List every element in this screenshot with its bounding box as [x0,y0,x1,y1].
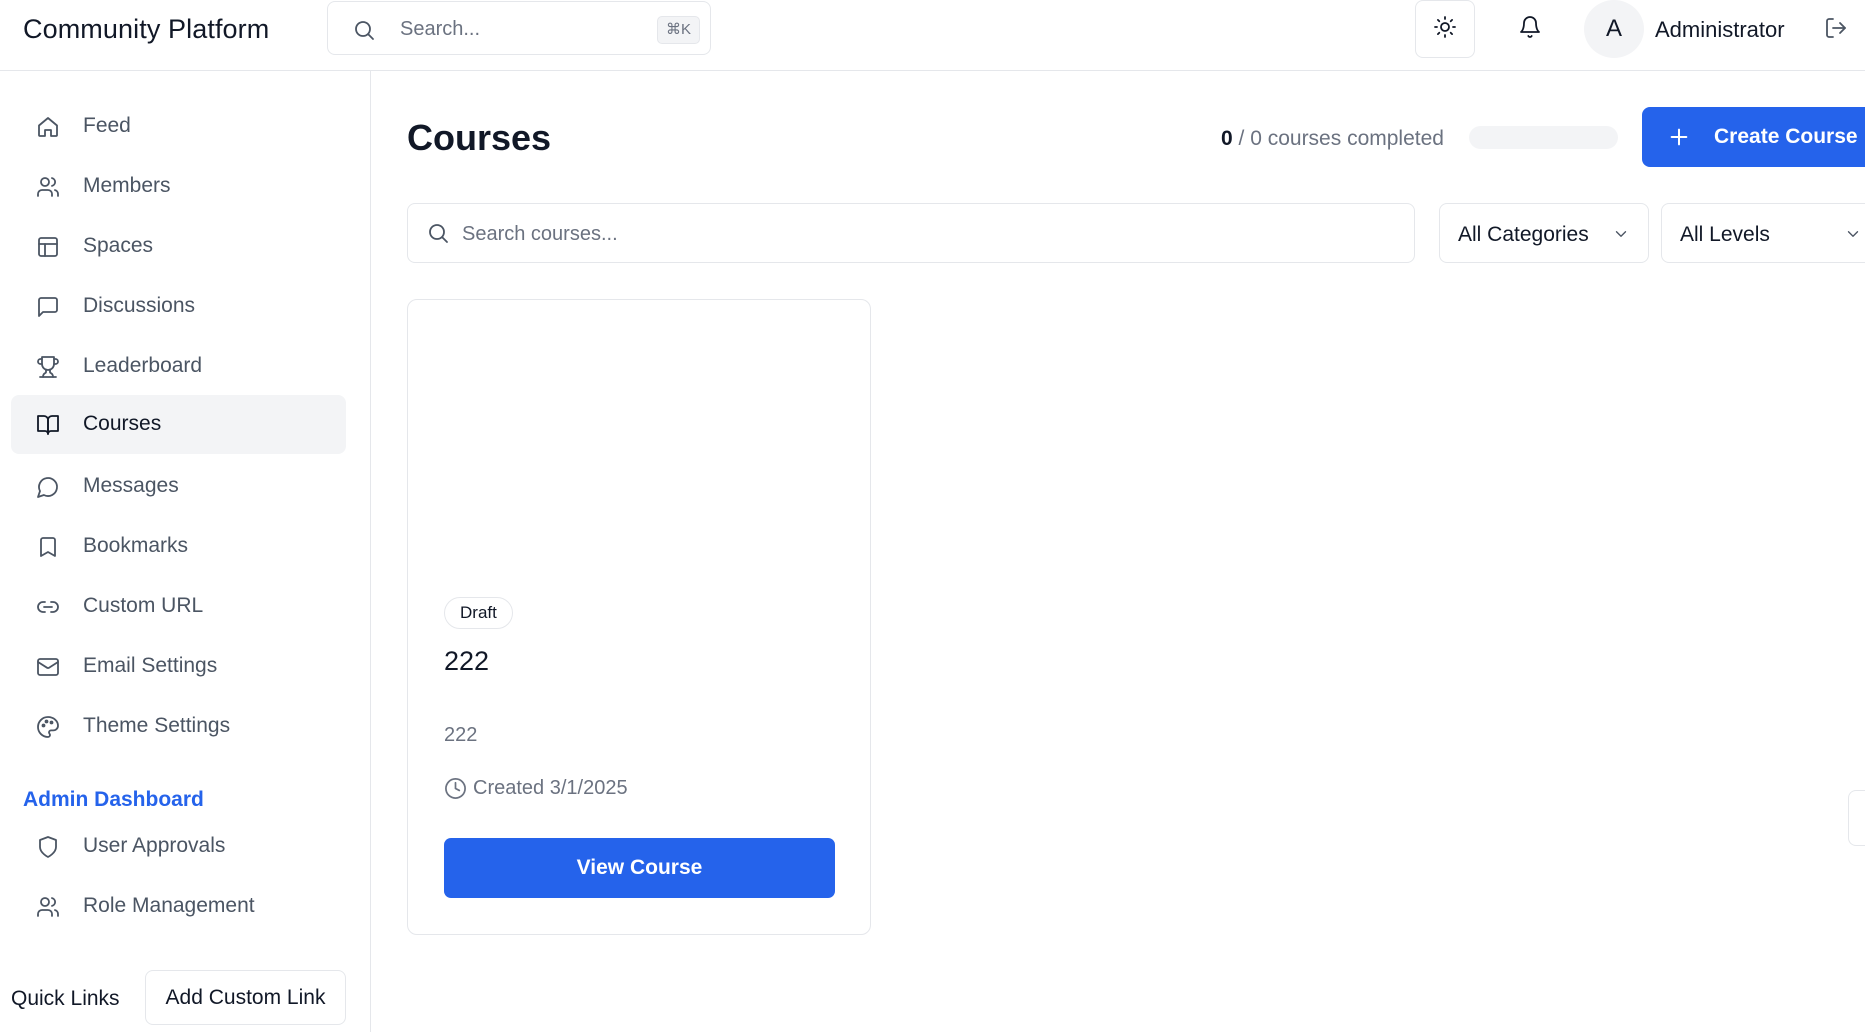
logout-button[interactable] [1822,16,1850,44]
search-icon [426,221,450,245]
sidebar-item-label: Bookmarks [83,534,189,557]
level-filter-select[interactable]: All Levels [1661,203,1865,263]
category-filter-value: All Categories [1458,223,1589,246]
sidebar-item-label: Feed [83,114,131,137]
users-icon [35,894,60,919]
sidebar-item-label: Messages [83,474,179,497]
layout-icon [35,234,60,259]
sidebar-item-label: Theme Settings [83,714,231,737]
shield-icon [35,834,60,859]
book-open-icon [35,412,60,437]
bookmark-icon [35,534,60,559]
course-title: 222 [444,646,490,676]
logout-icon [1824,16,1848,45]
message-square-icon [35,294,60,319]
sidebar-item-feed[interactable]: Feed [11,97,346,156]
completed-count: 0 [1221,127,1233,150]
course-search-input[interactable]: Search courses... [407,203,1415,263]
search-shortcut-badge: ⌘K [656,16,700,44]
course-search-placeholder: Search courses... [462,223,618,245]
sidebar-item-label: Custom URL [83,594,204,617]
chevron-down-icon [1612,225,1630,243]
progress-suffix: / 0 courses completed [1232,127,1444,150]
search-icon [352,18,376,42]
sidebar-item-leaderboard[interactable]: Leaderboard [11,337,346,396]
sidebar-item-label: Email Settings [83,654,218,677]
chevron-down-icon [1844,225,1862,243]
home-icon [35,114,60,139]
course-progress-text: 0 / 0 courses completed [1221,127,1444,151]
sidebar-item-courses[interactable]: Courses [11,395,346,454]
sidebar-item-label: Discussions [83,294,196,317]
sidebar-item-theme-settings[interactable]: Theme Settings [11,697,346,756]
created-text: Created 3/1/2025 [473,777,628,799]
page-title: Courses [407,117,552,158]
sidebar-item-label: Leaderboard [83,354,203,377]
sidebar-item-label: Spaces [83,234,154,257]
mail-icon [35,654,60,679]
sun-icon [1433,15,1457,44]
bell-icon [1518,15,1542,44]
sidebar-item-label: Courses [83,412,162,435]
top-bar: Community Platform Search... ⌘K A Admini… [0,0,1865,71]
sidebar-item-discussions[interactable]: Discussions [11,277,346,336]
link-icon [35,594,60,619]
side-panel-handle[interactable] [1848,790,1865,846]
admin-dashboard-link[interactable]: Admin Dashboard [23,788,204,812]
palette-icon [35,714,60,739]
sidebar-item-user-approvals[interactable]: User Approvals [11,817,346,876]
sidebar: Feed Members Spaces Discussions Leaderbo… [0,71,371,1032]
course-progress-bar [1469,126,1618,149]
avatar[interactable]: A [1584,0,1644,58]
quick-links-heading: Quick Links [11,987,120,1010]
sidebar-item-label: User Approvals [83,834,226,857]
status-badge: Draft [444,597,513,629]
sidebar-item-email-settings[interactable]: Email Settings [11,637,346,696]
app-title[interactable]: Community Platform [23,14,269,45]
sidebar-item-label: Members [83,174,171,197]
view-course-button[interactable]: View Course [444,838,835,898]
sidebar-item-label: Role Management [83,894,255,917]
sidebar-item-bookmarks[interactable]: Bookmarks [11,517,346,576]
add-custom-link-button[interactable]: Add Custom Link [145,970,346,1025]
level-filter-value: All Levels [1680,223,1770,246]
message-circle-icon [35,474,60,499]
global-search-input[interactable]: Search... ⌘K [327,1,711,55]
sidebar-item-messages[interactable]: Messages [11,457,346,516]
search-placeholder: Search... [400,18,481,40]
course-description: 222 [444,724,478,746]
sidebar-item-members[interactable]: Members [11,157,346,216]
create-course-label: Create Course [1714,125,1858,148]
users-icon [35,174,60,199]
sidebar-item-spaces[interactable]: Spaces [11,217,346,276]
user-name[interactable]: Administrator [1655,17,1785,43]
course-created-date: Created 3/1/2025 [444,777,628,800]
sidebar-item-custom-url[interactable]: Custom URL [11,577,346,636]
notifications-button[interactable] [1500,0,1560,58]
course-card: Draft 222 222 Created 3/1/2025 View Cour… [407,299,871,935]
sidebar-item-role-management[interactable]: Role Management [11,877,346,936]
trophy-icon [35,354,60,379]
clock-icon [444,777,467,800]
plus-icon [1668,126,1690,148]
theme-toggle-button[interactable] [1415,0,1475,58]
create-course-button[interactable]: Create Course [1642,107,1865,167]
category-filter-select[interactable]: All Categories [1439,203,1649,263]
